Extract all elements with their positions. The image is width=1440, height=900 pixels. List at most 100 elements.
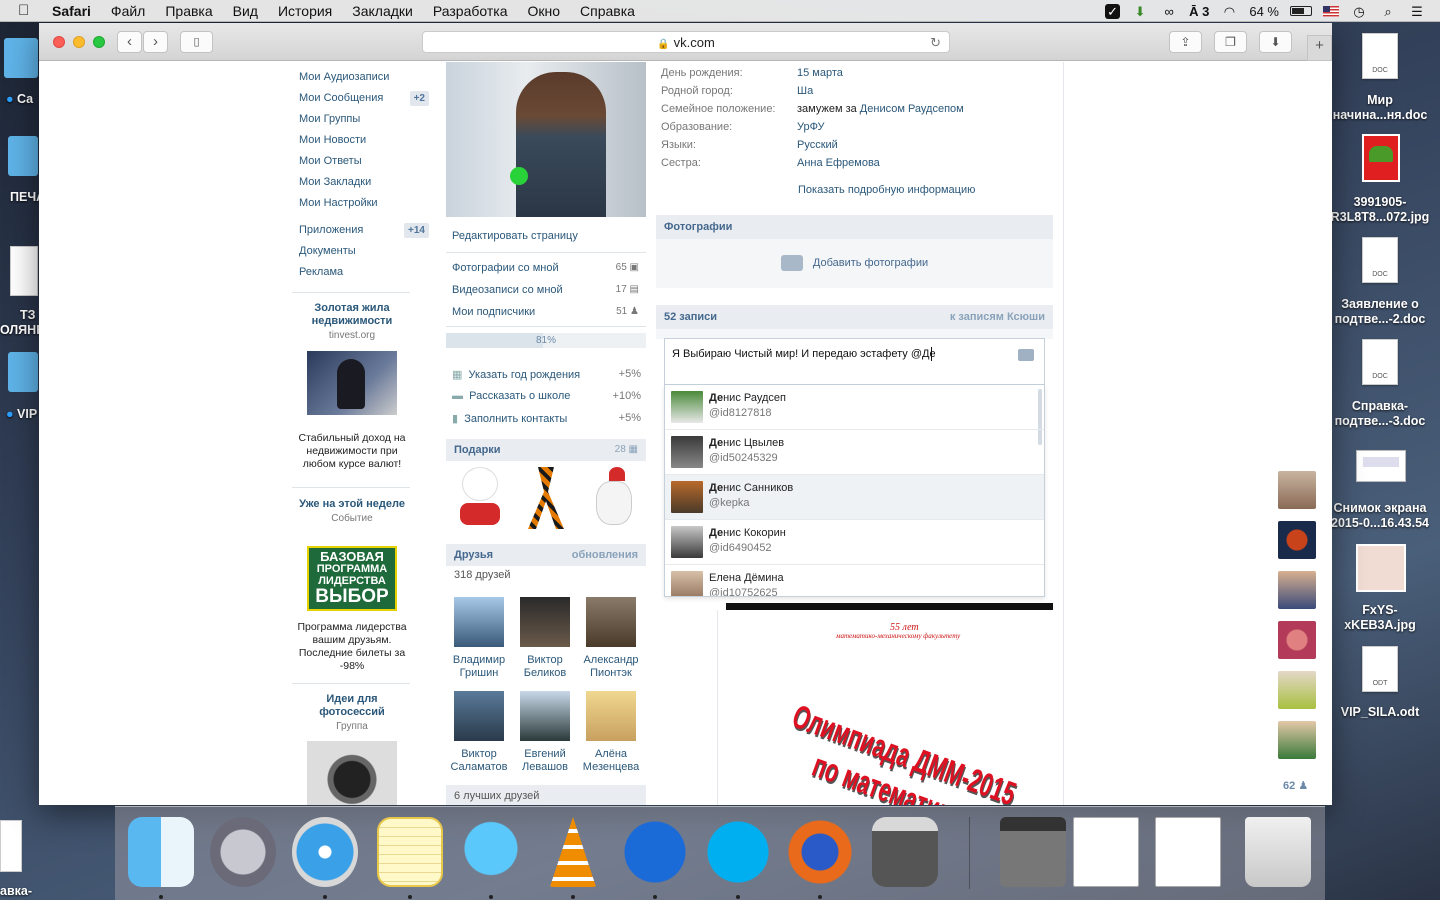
close-button[interactable] — [53, 36, 65, 48]
menu-edit[interactable]: Правка — [165, 3, 212, 19]
info-value-languages[interactable]: Русский — [797, 139, 838, 151]
online-friend-avatar[interactable] — [1278, 521, 1316, 559]
menu-bookmarks[interactable]: Закладки — [352, 3, 413, 19]
nav-bookmarks[interactable]: Мои Закладки — [299, 172, 429, 193]
downloads-icon[interactable]: ⬇ — [1259, 31, 1292, 53]
nav-ads[interactable]: Реклама — [299, 262, 429, 283]
info-value-education[interactable]: УрФУ — [797, 121, 824, 133]
friend-avatar[interactable] — [454, 597, 504, 647]
wall-count[interactable]: 52 записи — [664, 311, 717, 323]
gifts-header[interactable]: Подарки 28 ▦ — [446, 439, 646, 461]
videos-with-me-link[interactable]: Видеозаписи со мной — [452, 284, 563, 296]
finder-icon[interactable] — [128, 817, 194, 887]
launchpad-icon[interactable] — [210, 817, 276, 887]
desktop-doc-icon-1[interactable]: DOC — [1362, 33, 1398, 79]
photos-header[interactable]: Фотографии — [656, 215, 1053, 239]
forward-button[interactable]: › — [143, 31, 168, 53]
post-composer[interactable]: Я Выбираю Чистый мир! И передаю эстафету… — [664, 338, 1045, 385]
skype-icon[interactable] — [705, 817, 771, 887]
online-friend-avatar[interactable] — [1278, 621, 1316, 659]
desktop-folder-left-2[interactable] — [8, 136, 38, 176]
creative-cloud-icon[interactable]: ∞ — [1160, 4, 1178, 19]
friend-name[interactable]: Евгений Левашов — [509, 748, 581, 774]
menu-window[interactable]: Окно — [527, 3, 560, 19]
wall-owner-link[interactable]: к записям Ксюши — [950, 305, 1045, 329]
friend-avatar[interactable] — [586, 691, 636, 741]
menu-history[interactable]: История — [278, 3, 332, 19]
desktop-odt-icon-7[interactable]: ODT — [1362, 646, 1398, 692]
sidebar-toggle-icon[interactable]: ▯ — [180, 31, 213, 53]
notification-center-icon[interactable]: ☰ — [1408, 4, 1426, 19]
task-birth-year[interactable]: ▦ Указать год рождения — [452, 368, 580, 381]
trash-icon[interactable] — [1245, 817, 1311, 887]
desktop-folder-left-1[interactable] — [4, 38, 38, 78]
post-image[interactable]: 55 лет математико-механическому факульте… — [717, 610, 1053, 805]
ad-title[interactable]: Идеи для фотосессий — [294, 693, 410, 719]
attach-photo-icon[interactable] — [1018, 349, 1034, 361]
zoom-button[interactable] — [93, 36, 105, 48]
info-value-birthday[interactable]: 15 марта — [797, 67, 843, 79]
ad-image-2[interactable]: БАЗОВАЯ ПРОГРАММА ЛИДЕРСТВА ВЫБОР — [307, 546, 397, 611]
online-friend-avatar[interactable] — [1278, 471, 1316, 509]
gift-item-bear[interactable] — [591, 467, 637, 529]
mention-suggestion[interactable]: Елена Дёмина @id10752625 — [665, 565, 1044, 596]
nav-audio[interactable]: Мои Аудиозаписи — [299, 67, 429, 88]
download-tray-icon[interactable]: ⬇ — [1131, 4, 1149, 19]
minimize-button[interactable] — [73, 36, 85, 48]
safari-icon[interactable] — [292, 817, 358, 887]
nav-messages[interactable]: Мои Сообщения +2 — [299, 88, 429, 109]
task-school[interactable]: ▬ Рассказать о школе — [452, 390, 570, 402]
task-contacts[interactable]: ▮ Заполнить контакты — [452, 412, 567, 425]
followers-link[interactable]: Мои подписчики — [452, 306, 535, 318]
desktop-doc-icon-3[interactable]: DOC — [1362, 237, 1398, 283]
gift-item-ribbon[interactable] — [528, 467, 564, 529]
online-friend-avatar[interactable] — [1278, 721, 1316, 759]
desktop-doc-icon-4[interactable]: DOC — [1362, 339, 1398, 385]
desktop-folder-left-5[interactable] — [8, 352, 38, 392]
menu-app-name[interactable]: Safari — [52, 3, 91, 19]
add-photos-area[interactable]: Добавить фотографии — [656, 239, 1053, 288]
menu-view[interactable]: Вид — [233, 3, 258, 19]
evernote-icon[interactable]: ✓ — [1105, 3, 1121, 19]
nav-groups[interactable]: Мои Группы — [299, 109, 429, 130]
online-count[interactable]: 62 ♟ — [1283, 779, 1308, 792]
friends-updates-link[interactable]: обновления — [572, 544, 638, 566]
profile-photo[interactable] — [446, 62, 646, 217]
friend-avatar[interactable] — [520, 691, 570, 741]
friend-avatar[interactable] — [454, 691, 504, 741]
friend-avatar[interactable] — [520, 597, 570, 647]
back-button[interactable]: ‹ — [117, 31, 142, 53]
vlc-icon[interactable] — [549, 817, 597, 887]
ad-title[interactable]: Золотая жила недвижимости — [294, 302, 410, 328]
menu-develop[interactable]: Разработка — [433, 3, 508, 19]
friend-name[interactable]: Виктор Саламатов — [443, 748, 515, 774]
online-friend-avatar[interactable] — [1278, 571, 1316, 609]
post-input-text[interactable]: Я Выбираю Чистый мир! И передаю эстафету… — [672, 348, 936, 360]
battery-icon[interactable] — [1290, 6, 1312, 16]
mention-suggestion[interactable]: Денис Кокорин @id6490452 — [665, 520, 1044, 565]
ad-block-3[interactable]: Идеи для фотосессий Группа — [294, 693, 410, 732]
friends-header[interactable]: Друзья обновления — [446, 544, 646, 566]
desktop-image-icon-2[interactable] — [1362, 134, 1400, 182]
reload-icon[interactable]: ↻ — [930, 32, 941, 53]
info-value-sister[interactable]: Анна Ефремова — [797, 157, 880, 169]
nav-settings[interactable]: Мои Настройки — [299, 193, 429, 214]
mention-suggestion[interactable]: Денис Цвылев @id50245329 — [665, 430, 1044, 475]
firefox-icon[interactable] — [787, 817, 853, 887]
show-more-info-link[interactable]: Показать подробную информацию — [798, 184, 975, 196]
photos-with-me-link[interactable]: Фотографии со мной — [452, 262, 559, 274]
nav-apps[interactable]: Приложения +14 — [299, 220, 429, 241]
time-machine-icon[interactable]: ◷ — [1350, 4, 1368, 19]
tabs-overview-icon[interactable]: ❐ — [1214, 31, 1247, 53]
friend-name[interactable]: Александр Пионтэк — [575, 654, 647, 680]
desktop-screenshot-icon-5[interactable] — [1356, 450, 1406, 482]
desktop-image-icon-6[interactable] — [1356, 544, 1406, 592]
ad-image-3[interactable] — [307, 741, 397, 805]
ad-title[interactable]: Уже на этой неделе — [294, 498, 410, 511]
friend-name[interactable]: Владимир Гришин — [443, 654, 515, 680]
apple-icon[interactable]:  — [18, 2, 38, 19]
friends-count[interactable]: 318 друзей — [454, 569, 511, 581]
ad-block-1[interactable]: Золотая жила недвижимости tinvest.org — [294, 302, 410, 341]
gift-item-dog[interactable] — [457, 467, 503, 529]
spouse-link[interactable]: Денисом Раудсепом — [860, 103, 964, 115]
